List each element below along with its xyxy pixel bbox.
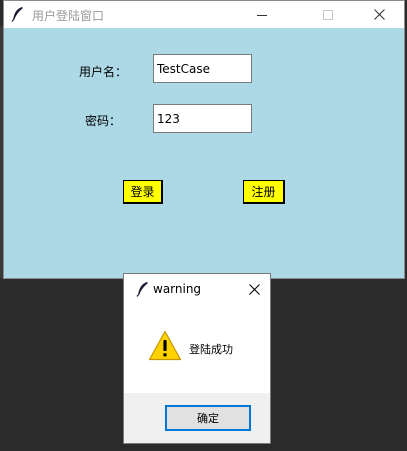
dialog-footer: 确定 [124,393,270,443]
title-bar[interactable]: 用户登陆窗口 [4,1,404,28]
minimize-icon [257,14,267,16]
minimize-button[interactable] [239,1,285,28]
maximize-icon [323,9,333,20]
username-input[interactable] [153,54,252,83]
feather-icon [11,6,25,22]
close-icon [248,283,260,295]
dialog-title-bar[interactable]: warning [124,274,270,304]
ok-button[interactable]: 确定 [165,405,251,431]
dialog-message: 登陆成功 [189,343,233,356]
close-button[interactable] [356,1,402,28]
desktop: 用户登陆窗口 用户名： 密码： 登录 注册 [0,0,407,451]
login-window: 用户登陆窗口 用户名： 密码： 登录 注册 [3,0,405,279]
login-button[interactable]: 登录 [123,180,163,204]
password-label: 密码： [85,114,122,128]
password-input[interactable] [153,104,252,133]
maximize-button[interactable] [312,1,344,28]
window-title: 用户登陆窗口 [32,9,105,23]
dialog-close-button[interactable] [242,278,266,300]
feather-icon [136,281,150,297]
close-icon [373,9,385,20]
warning-icon [148,330,182,361]
warning-dialog: warning 登陆成功 确定 [123,273,271,444]
register-button[interactable]: 注册 [243,180,285,204]
dialog-title: warning [153,282,202,296]
username-label: 用户名： [79,65,128,79]
